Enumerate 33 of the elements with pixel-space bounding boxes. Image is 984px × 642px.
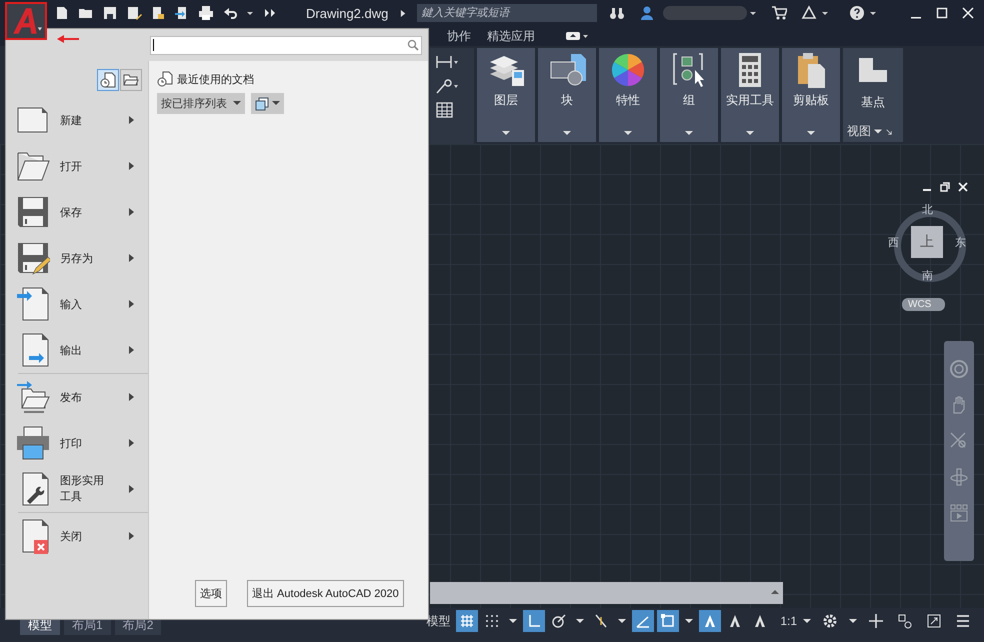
file-name: Drawing2.dwg [306,6,388,20]
sort-label: 按已排序列表 [161,96,227,111]
panel-title[interactable]: 视图 [847,123,871,140]
menu-item[interactable]: 保存 [16,189,148,235]
menu-button[interactable]: 选项 [195,580,227,607]
ribbon-tab[interactable]: 协作 [447,28,471,44]
menu-item[interactable]: 发布 [16,374,148,420]
menu-item[interactable]: 打印 [16,420,148,466]
ribbon-panel-button[interactable]: 块 [538,48,596,142]
view-cube-face[interactable]: 上 [911,226,943,258]
ribbon-panel-button[interactable]: 图层 [477,48,535,142]
ribbon-panel-button[interactable]: 组 [660,48,718,142]
menu-item[interactable]: 关闭 [16,513,148,559]
base-point-button[interactable]: 基点 [853,52,893,111]
search-field[interactable]: 鍵入关键字或短语 [417,4,598,22]
sort-dropdown[interactable]: 按已排序列表 [157,93,245,114]
ribbon-panel-button[interactable]: 实用工具 [721,48,779,142]
menu-item[interactable]: 另存为 [16,235,148,281]
compass-label[interactable]: 东 [955,235,966,250]
annotation-scale[interactable]: 1:1 [780,614,797,628]
menu-item[interactable]: 图形实用工具 [16,466,148,512]
menu-item[interactable]: 输入 [16,281,148,327]
ribbon-panel-button[interactable]: 剪贴板 [782,48,840,142]
menu-item[interactable]: 打开 [16,143,148,189]
compass-label[interactable]: 南 [922,268,933,283]
compass-label[interactable]: 北 [922,202,933,217]
ribbon-panel-button[interactable]: 特性 [599,48,657,142]
ribbon-tab[interactable]: 精选应用 [487,28,535,44]
menu-item[interactable]: 新建 [16,97,148,143]
menu-button[interactable]: 退出 Autodesk AutoCAD 2020 [247,580,404,607]
recent-documents-title: 最近使用的文档 [177,72,254,86]
compass-label[interactable]: 西 [888,235,899,250]
menu-item[interactable]: 输出 [16,327,148,373]
